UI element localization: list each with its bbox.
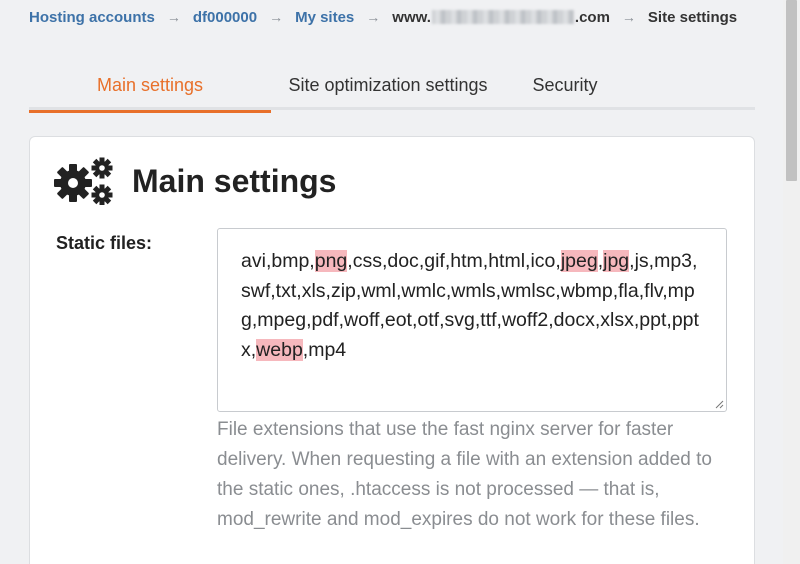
static-file-extension: doc [387, 250, 419, 272]
card-header: Main settings [54, 157, 336, 205]
static-file-extension: wmlc [401, 279, 446, 302]
static-file-extension: avi [241, 250, 266, 272]
static-file-extension: ico [530, 250, 556, 272]
scrollbar-thumb[interactable] [786, 0, 797, 181]
static-file-extension: flv [644, 279, 663, 302]
main-settings-card: Main settings Static files: avi,bmp,png,… [29, 136, 755, 564]
static-file-extension: eot [384, 309, 412, 331]
static-file-extension: svg [444, 309, 475, 331]
breadcrumb-current: Site settings [647, 8, 738, 26]
static-file-extension: mp3 [654, 250, 693, 272]
static-file-extension: otf [417, 309, 440, 331]
page-scrollbar[interactable] [783, 0, 800, 564]
breadcrumb-arrow-icon: → [366, 9, 381, 25]
static-file-extension: htm [450, 250, 483, 272]
page: Hosting accounts → df000000 → My sites →… [0, 0, 800, 564]
tab-security[interactable]: Security [505, 60, 625, 110]
breadcrumb: Hosting accounts → df000000 → My sites →… [29, 6, 737, 28]
breadcrumb-my-sites[interactable]: My sites [295, 9, 354, 26]
static-file-extension: ttf [480, 309, 497, 331]
gears-icon [54, 157, 113, 205]
static-file-extension: docx [553, 309, 595, 331]
card-title: Main settings [132, 162, 337, 199]
static-file-extension: txt [275, 279, 297, 302]
static-file-extension: html [488, 250, 526, 272]
static-files-help-text: File extensions that use the fast nginx … [217, 419, 713, 530]
static-file-extension: bmp [271, 250, 310, 272]
tab-main-settings[interactable]: Main settings [29, 60, 271, 113]
static-file-extension: wml [361, 279, 396, 302]
static-file-extension: wbmp [560, 279, 613, 302]
static-file-extension: pdf [311, 309, 339, 331]
static-file-extension: css [352, 250, 382, 272]
static-file-extension: wmls [451, 279, 496, 302]
breadcrumb-account-id[interactable]: df000000 [193, 9, 257, 26]
static-file-extension: js [634, 250, 649, 272]
domain-suffix: .com [574, 8, 610, 26]
static-files-textarea[interactable]: avi,bmp,png,css,doc,gif,htm,html,ico,jpe… [217, 228, 727, 412]
resize-grip-icon[interactable] [715, 400, 724, 409]
breadcrumb-arrow-icon: → [269, 9, 284, 25]
static-file-extension: gif [424, 250, 445, 272]
static-file-extension: wmlsc [501, 279, 556, 302]
settings-tabs: Main settings Site optimization settings… [29, 60, 755, 113]
domain-prefix: www. [392, 8, 431, 26]
static-files-label: Static files: [56, 233, 153, 253]
static-file-extension: webp [256, 338, 303, 361]
static-file-extension: jpeg [560, 250, 598, 272]
breadcrumb-domain[interactable]: www. .com [392, 9, 610, 26]
static-file-extension: mpeg [257, 309, 307, 331]
static-file-extension: xlsx [600, 309, 634, 331]
static-files-value: avi,bmp,png,css,doc,gif,htm,html,ico,jpe… [241, 250, 699, 361]
static-file-extension: png [314, 250, 348, 272]
static-file-extension: zip [330, 279, 356, 302]
static-file-extension: woff2 [501, 309, 549, 331]
tab-site-optimization-settings[interactable]: Site optimization settings [271, 60, 505, 110]
redacted-domain [431, 10, 574, 24]
breadcrumb-arrow-icon: → [166, 9, 181, 25]
static-file-extension: woff [344, 309, 380, 331]
static-file-extension: ppt [639, 309, 667, 331]
static-file-extension: jpg [603, 250, 630, 272]
static-file-extension: swf [241, 279, 271, 302]
static-file-extension: mp4 [308, 338, 347, 361]
static-file-extension: xls [301, 279, 326, 302]
static-file-extension: fla [618, 279, 639, 302]
breadcrumb-hosting-accounts[interactable]: Hosting accounts [29, 9, 155, 26]
breadcrumb-arrow-icon: → [621, 9, 636, 25]
